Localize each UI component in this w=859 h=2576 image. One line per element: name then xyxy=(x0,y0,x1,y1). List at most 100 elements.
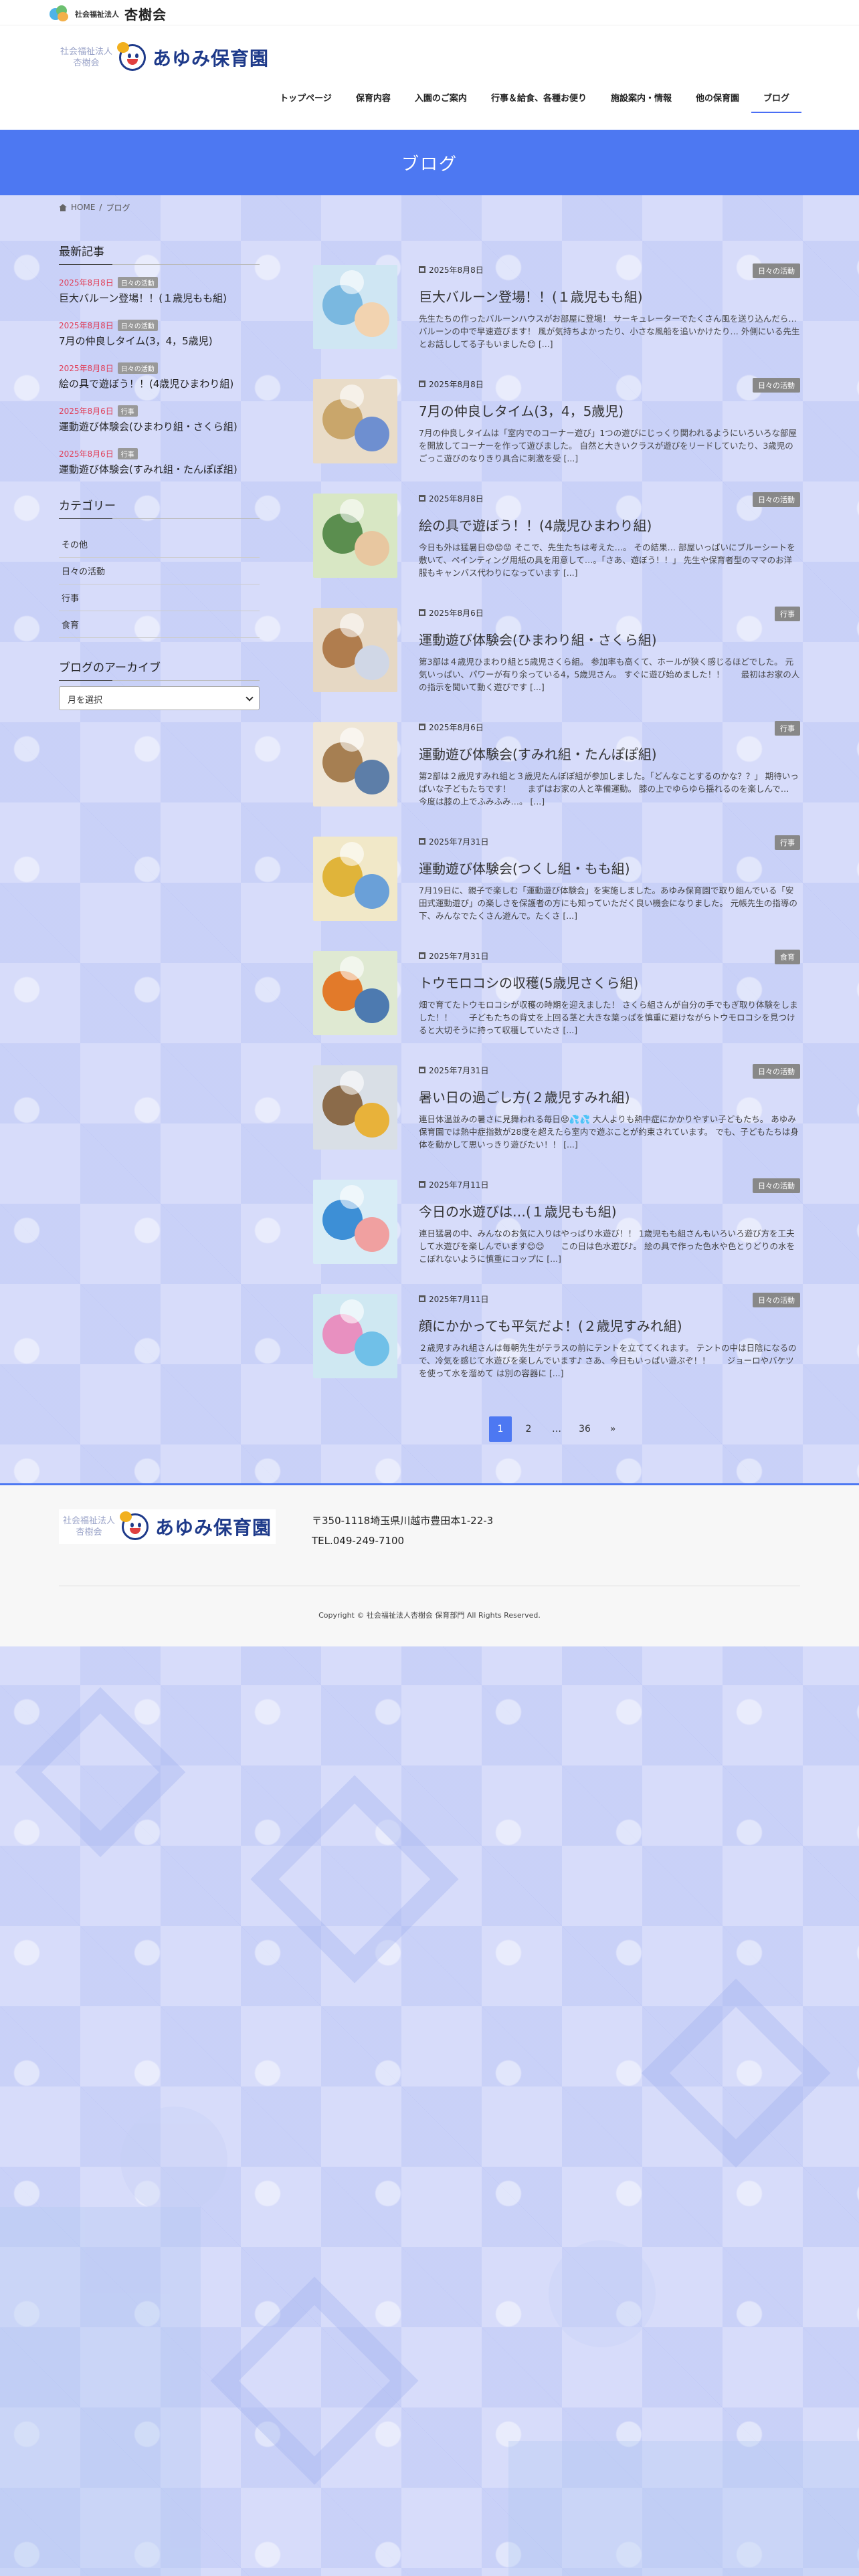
nav-item-top[interactable]: トップページ xyxy=(268,86,344,113)
post-card[interactable]: 2025年7月31日 日々の活動 暑い日の過ごし方(２歳児すみれ組) 連日体温並みの暑… xyxy=(313,1064,800,1180)
post-excerpt: 先生たちの作ったバルーンハウスがお部屋に登場！ サーキュレーターでたくさん風を送… xyxy=(419,314,805,349)
post-date: 2025年7月31日 xyxy=(419,837,800,847)
post-card[interactable]: 2025年8月8日 日々の活動巨大バルーン登場！！(１歳児もも組) 先生たちの作った… xyxy=(313,263,805,379)
post-thumbnail[interactable] xyxy=(313,494,397,578)
calendar-icon xyxy=(419,724,425,730)
post-thumbnail[interactable] xyxy=(313,722,397,807)
post-category-badge[interactable]: 日々の活動 xyxy=(753,1178,800,1193)
nav-item-childcare[interactable]: 保育内容 xyxy=(344,86,403,113)
post-excerpt: 第2部は２歳児すみれ組と３歳児たんぽぽ組が参加しました。「どんなことするのかな？… xyxy=(419,771,799,807)
page-current[interactable]: 1 xyxy=(489,1416,512,1442)
post-thumbnail[interactable] xyxy=(313,1294,397,1378)
archive-month-select[interactable]: 月を選択 xyxy=(59,686,260,710)
calendar-icon xyxy=(419,1067,425,1073)
post-title[interactable]: 巨大バルーン登場！！(１歳児もも組) xyxy=(419,286,800,306)
site-logo[interactable]: 社会福祉法人 杏樹会 あゆみ保育園 xyxy=(60,42,269,71)
nav-item-admission[interactable]: 入園のご案内 xyxy=(403,86,479,113)
post-title[interactable]: 7月の仲良しタイム(3，4，5歳児) xyxy=(419,401,800,420)
page-next-number[interactable]: 2 xyxy=(517,1416,540,1442)
corporate-type-label: 社会福祉法人 xyxy=(75,9,119,19)
nav-item-facility[interactable]: 施設案内・情報 xyxy=(599,86,684,113)
post-body: 2025年7月11日 日々の活動 今日の水遊びは…(１歳児もも組) 連日猛暑の中、みん… xyxy=(419,1178,800,1294)
post-title[interactable]: 運動遊び体験会(すみれ組・たんぽぽ組) xyxy=(419,744,800,763)
calendar-icon xyxy=(419,266,425,273)
post-thumbnail[interactable] xyxy=(313,379,397,463)
footer-logo[interactable]: 社会福祉法人 杏樹会 あゆみ保育園 xyxy=(59,1509,276,1544)
post-body: 2025年8月6日 行事運動遊び体験会(すみれ組・たんぽぽ組) 第2部は２歳児すみれ… xyxy=(419,721,800,837)
post-category-badge[interactable]: 行事 xyxy=(775,835,800,850)
pagination: 1 2 … 36 » xyxy=(313,1416,800,1442)
post-card[interactable]: 2025年8月6日 行事 運動遊び体験会(ひまわり組・さくら組) 第3部は４歳児ひまわ… xyxy=(313,607,800,722)
post-card[interactable]: 2025年7月11日 日々の活動 今日の水遊びは…(１歳児もも組) 連日猛暑の中、みん… xyxy=(313,1178,800,1294)
page-ellipsis: … xyxy=(552,1424,561,1434)
calendar-icon xyxy=(419,381,425,387)
post-body: 2025年7月31日 食育 トウモロコシの収穫(5歳児さくら組) 畑で育てたトウモロコ… xyxy=(419,950,800,1065)
post-category-badge[interactable]: 日々の活動 xyxy=(753,1064,800,1079)
post-thumbnail[interactable] xyxy=(313,608,397,692)
main-navigation: トップページ 保育内容 入園のご案内 行事＆給食、各種お便り 施設案内・情報 他… xyxy=(268,86,801,113)
recent-post-item[interactable]: 2025年8月8日 日々の活動 絵の具で遊ぼう！！(4歳児ひまわり組) xyxy=(59,362,260,391)
recent-post-title: 運動遊び体験会(すみれ組・たんぽぽ組) xyxy=(59,463,237,475)
post-title[interactable]: 顔にかかっても平気だよ！(２歳児すみれ組) xyxy=(419,1315,800,1335)
page-last[interactable]: 36 xyxy=(573,1416,596,1442)
site-footer: 社会福祉法人 杏樹会 あゆみ保育園 〒350-1118埼玉県川越市豊田本1-22… xyxy=(0,1483,859,1646)
post-title[interactable]: 運動遊び体験会(つくし組・もも組) xyxy=(419,858,800,877)
post-category-badge[interactable]: 行事 xyxy=(775,607,800,621)
post-category-badge[interactable]: 日々の活動 xyxy=(753,263,800,278)
corporate-logo[interactable]: 社会福祉法人 杏樹会 xyxy=(50,4,167,23)
post-date: 2025年8月6日 xyxy=(419,722,800,732)
breadcrumb-home-link[interactable]: HOME xyxy=(71,203,95,212)
recent-post-title: 運動遊び体験会(ひまわり組・さくら組) xyxy=(59,421,237,433)
post-title[interactable]: 絵の具で遊ぼう！！(4歳児ひまわり組) xyxy=(419,515,800,534)
post-excerpt: 連日体温並みの暑さに見舞われる毎日😟💦💦 大人よりも熱中症にかかりやすい子どもた… xyxy=(419,1114,799,1150)
post-card[interactable]: 2025年8月6日 行事運動遊び体験会(すみれ組・たんぽぽ組) 第2部は２歳児すみれ… xyxy=(313,721,800,837)
footer-tel: TEL.049-249-7100 xyxy=(312,1535,405,1547)
post-title[interactable]: 暑い日の過ごし方(２歳児すみれ組) xyxy=(419,1087,800,1106)
post-title[interactable]: 運動遊び体験会(ひまわり組・さくら組) xyxy=(419,629,800,649)
post-date-text: 2025年7月11日 xyxy=(429,1180,489,1190)
post-thumbnail[interactable] xyxy=(313,1180,397,1264)
post-thumbnail[interactable] xyxy=(313,837,397,921)
nav-item-events-meals[interactable]: 行事＆給食、各種お便り xyxy=(479,86,599,113)
post-excerpt: ２歳児すみれ組さんは毎朝先生がテラスの前にテントを立ててくれます。 テントの中は… xyxy=(419,1343,797,1378)
post-body: 2025年8月8日 日々の活動巨大バルーン登場！！(１歳児もも組) 先生たちの作った… xyxy=(419,263,805,379)
post-category-badge[interactable]: 日々の活動 xyxy=(753,1293,800,1307)
post-excerpt: 第3部は４歳児ひまわり組と5歳児さくら組。 参加率も高くて、ホールが狭く感じるほ… xyxy=(419,657,800,692)
corporate-topbar: 社会福祉法人 杏樹会 xyxy=(0,0,859,25)
post-thumbnail[interactable] xyxy=(313,951,397,1035)
category-link[interactable]: 食育 xyxy=(59,611,260,638)
post-body: 2025年8月6日 行事 運動遊び体験会(ひまわり組・さくら組) 第3部は４歳児ひまわ… xyxy=(419,607,800,722)
post-card[interactable]: 2025年8月8日 日々の活動 7月の仲良しタイム(3，4，5歳児) 7月の仲良しタイ… xyxy=(313,378,800,494)
nav-item-other-nurseries[interactable]: 他の保育園 xyxy=(684,86,751,113)
category-link[interactable]: 行事 xyxy=(59,584,260,611)
recent-post-item[interactable]: 2025年8月6日 行事 運動遊び体験会(ひまわり組・さくら組) xyxy=(59,405,260,433)
recent-post-tag: 行事 xyxy=(117,448,138,459)
recent-post-date: 2025年8月8日 xyxy=(59,321,114,330)
recent-post-item[interactable]: 2025年8月8日 日々の活動 7月の仲良しタイム(3，4，5歳児) xyxy=(59,320,260,348)
footer-logo-corporate-line1: 社会福祉法人 xyxy=(63,1516,116,1526)
post-category-badge[interactable]: 日々の活動 xyxy=(753,378,800,393)
post-thumbnail[interactable] xyxy=(313,265,397,349)
recent-post-item[interactable]: 2025年8月6日 行事 運動遊び体験会(すみれ組・たんぽぽ組) xyxy=(59,448,260,476)
post-category-badge[interactable]: 日々の活動 xyxy=(753,492,800,507)
post-title[interactable]: 今日の水遊びは…(１歳児もも組) xyxy=(419,1201,800,1220)
home-icon xyxy=(59,203,67,211)
recent-post-item[interactable]: 2025年8月8日 日々の活動 巨大バルーン登場！！(１歳児もも組) xyxy=(59,277,260,305)
post-card[interactable]: 2025年7月31日 行事 運動遊び体験会(つくし組・もも組) 7月19日に、親子で楽… xyxy=(313,835,800,951)
post-title[interactable]: トウモロコシの収穫(5歳児さくら組) xyxy=(419,972,800,992)
nav-item-blog[interactable]: ブログ xyxy=(751,86,801,113)
post-card[interactable]: 2025年8月8日 日々の活動 絵の具で遊ぼう！！(4歳児ひまわり組) 今日も外は猛暑… xyxy=(313,492,800,608)
post-card[interactable]: 2025年7月31日 食育 トウモロコシの収穫(5歳児さくら組) 畑で育てたトウモロコ… xyxy=(313,950,800,1065)
archive-heading: ブログのアーカイブ xyxy=(59,658,260,681)
post-thumbnail[interactable] xyxy=(313,1065,397,1150)
post-card[interactable]: 2025年7月11日 日々の活動 顔にかかっても平気だよ！(２歳児すみれ組) ２歳児す… xyxy=(313,1293,800,1408)
category-link[interactable]: 日々の活動 xyxy=(59,558,260,584)
post-body: 2025年8月8日 日々の活動 絵の具で遊ぼう！！(4歳児ひまわり組) 今日も外は猛暑… xyxy=(419,492,800,608)
post-date-text: 2025年7月31日 xyxy=(429,837,489,847)
post-date: 2025年8月8日 xyxy=(419,265,800,275)
page-next-arrow[interactable]: » xyxy=(601,1416,624,1442)
post-category-badge[interactable]: 行事 xyxy=(775,721,800,736)
post-category-badge[interactable]: 食育 xyxy=(775,950,800,964)
category-link[interactable]: その他 xyxy=(59,531,260,558)
recent-post-tag: 日々の活動 xyxy=(117,277,158,288)
